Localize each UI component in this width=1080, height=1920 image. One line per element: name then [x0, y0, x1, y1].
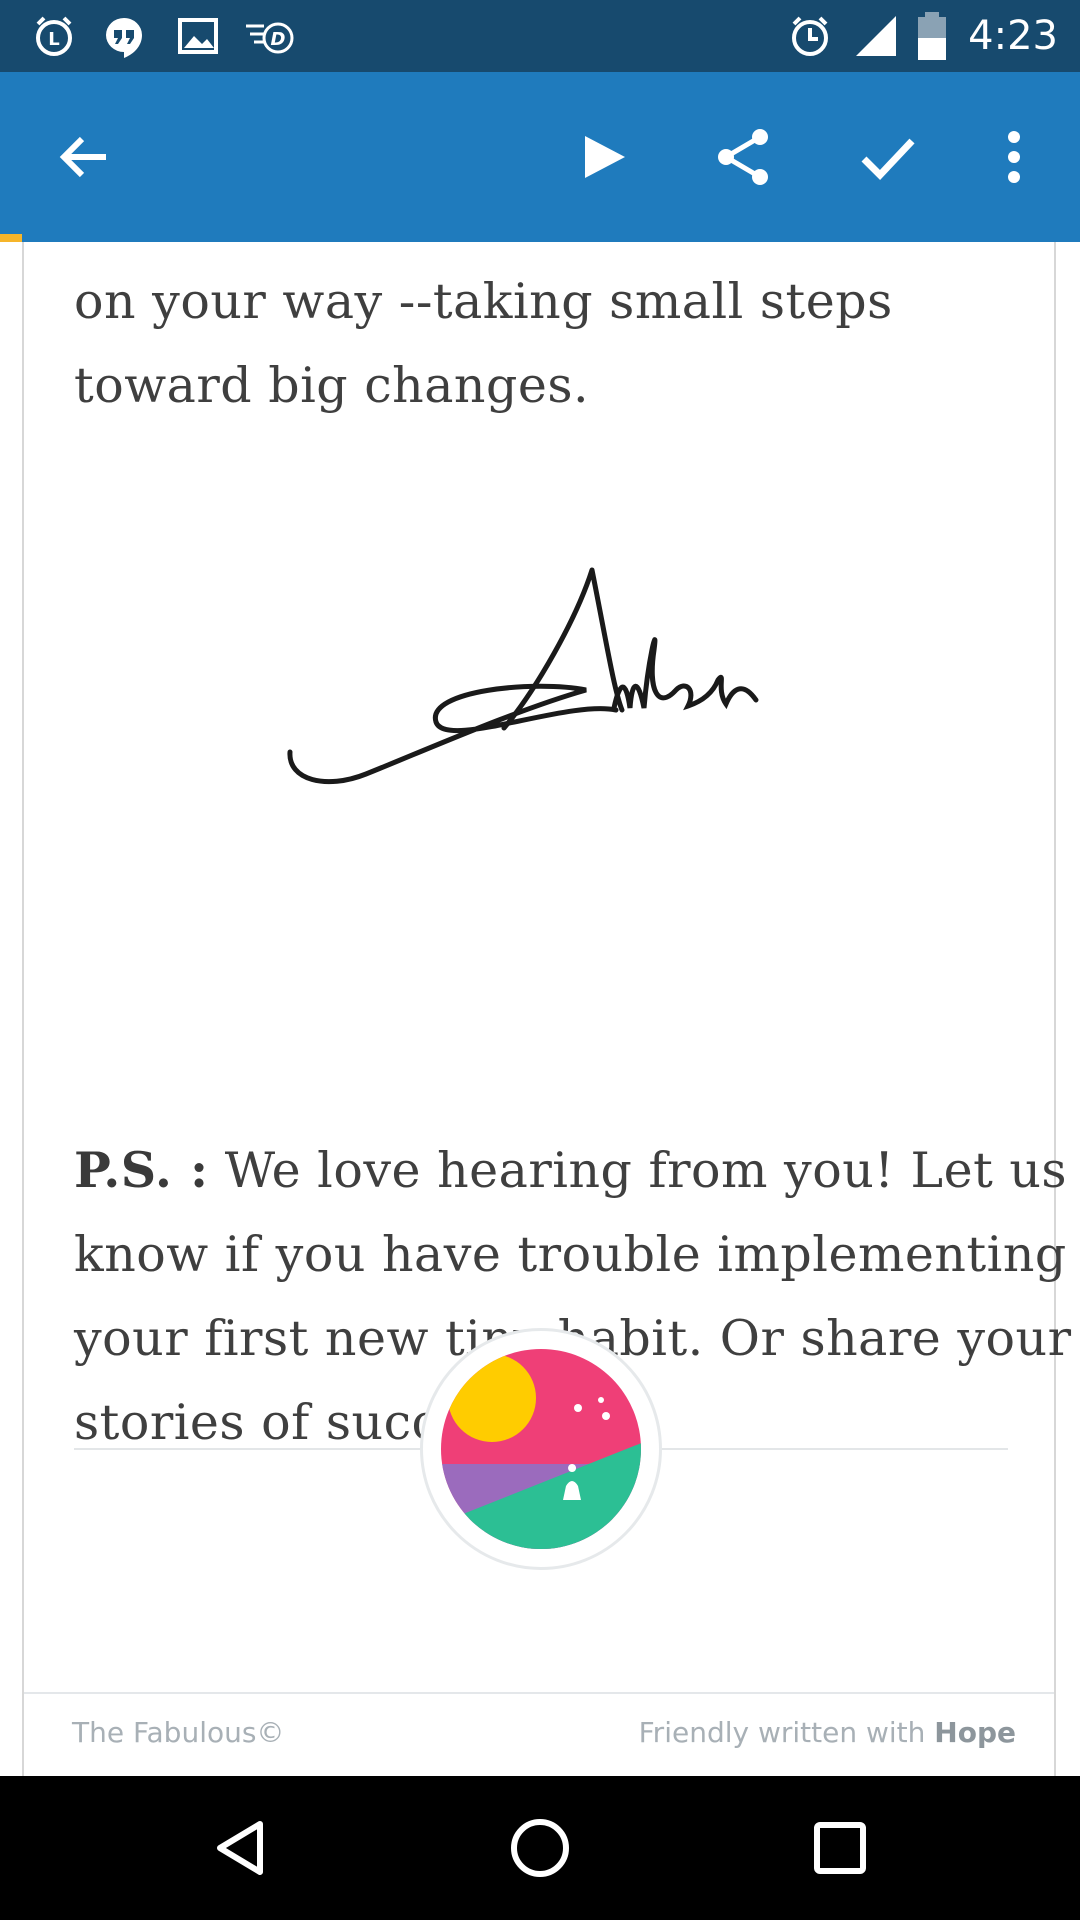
fabulous-logo [420, 1328, 662, 1570]
progress-accent [0, 234, 22, 242]
footer-credit-name: Hope [934, 1716, 1016, 1749]
image-icon [174, 12, 222, 60]
status-time: 4:23 [968, 13, 1058, 59]
divider-left [74, 1448, 420, 1450]
data-saver-icon: D [244, 12, 294, 60]
share-icon [718, 129, 768, 185]
nav-back-button[interactable] [200, 1808, 280, 1888]
more-options-button[interactable] [972, 115, 1056, 199]
alarm-icon [786, 12, 834, 60]
back-triangle-icon [217, 1821, 263, 1875]
play-button[interactable] [562, 115, 646, 199]
more-vert-icon [1008, 131, 1020, 183]
share-button[interactable] [702, 115, 786, 199]
footer-credit: Friendly written with Hope [639, 1716, 1016, 1749]
back-button[interactable] [42, 115, 126, 199]
back-arrow-icon [59, 136, 106, 178]
play-icon [585, 136, 625, 178]
check-icon [861, 138, 915, 181]
footer-brand: The Fabulous© [72, 1716, 285, 1749]
svg-text:L: L [48, 29, 59, 50]
done-button[interactable] [846, 115, 930, 199]
toolbar [0, 72, 1080, 242]
divider-right [662, 1448, 1008, 1450]
home-circle-icon [511, 1819, 569, 1877]
footer-credit-prefix: Friendly written with [638, 1716, 935, 1749]
system-navigation-bar [0, 1776, 1080, 1920]
signal-icon [852, 12, 900, 60]
alarm-clock-icon: L [30, 12, 78, 60]
svg-text:D: D [271, 29, 286, 50]
nav-recents-button[interactable] [800, 1808, 880, 1888]
battery-icon [914, 12, 962, 60]
paragraph-closing: on your way --taking small steps toward … [74, 273, 893, 414]
status-bar: L D 4:23 [0, 0, 1080, 72]
email-content-card: on your way --taking small steps toward … [22, 242, 1071, 1776]
ps-label: P.S. : [74, 1141, 209, 1199]
fabulous-logo-icon [441, 1349, 641, 1549]
hangouts-icon [100, 12, 148, 60]
footer-separator [24, 1692, 1054, 1694]
recents-square-icon [814, 1822, 866, 1874]
signature-image [287, 567, 759, 785]
nav-home-button[interactable] [500, 1808, 580, 1888]
